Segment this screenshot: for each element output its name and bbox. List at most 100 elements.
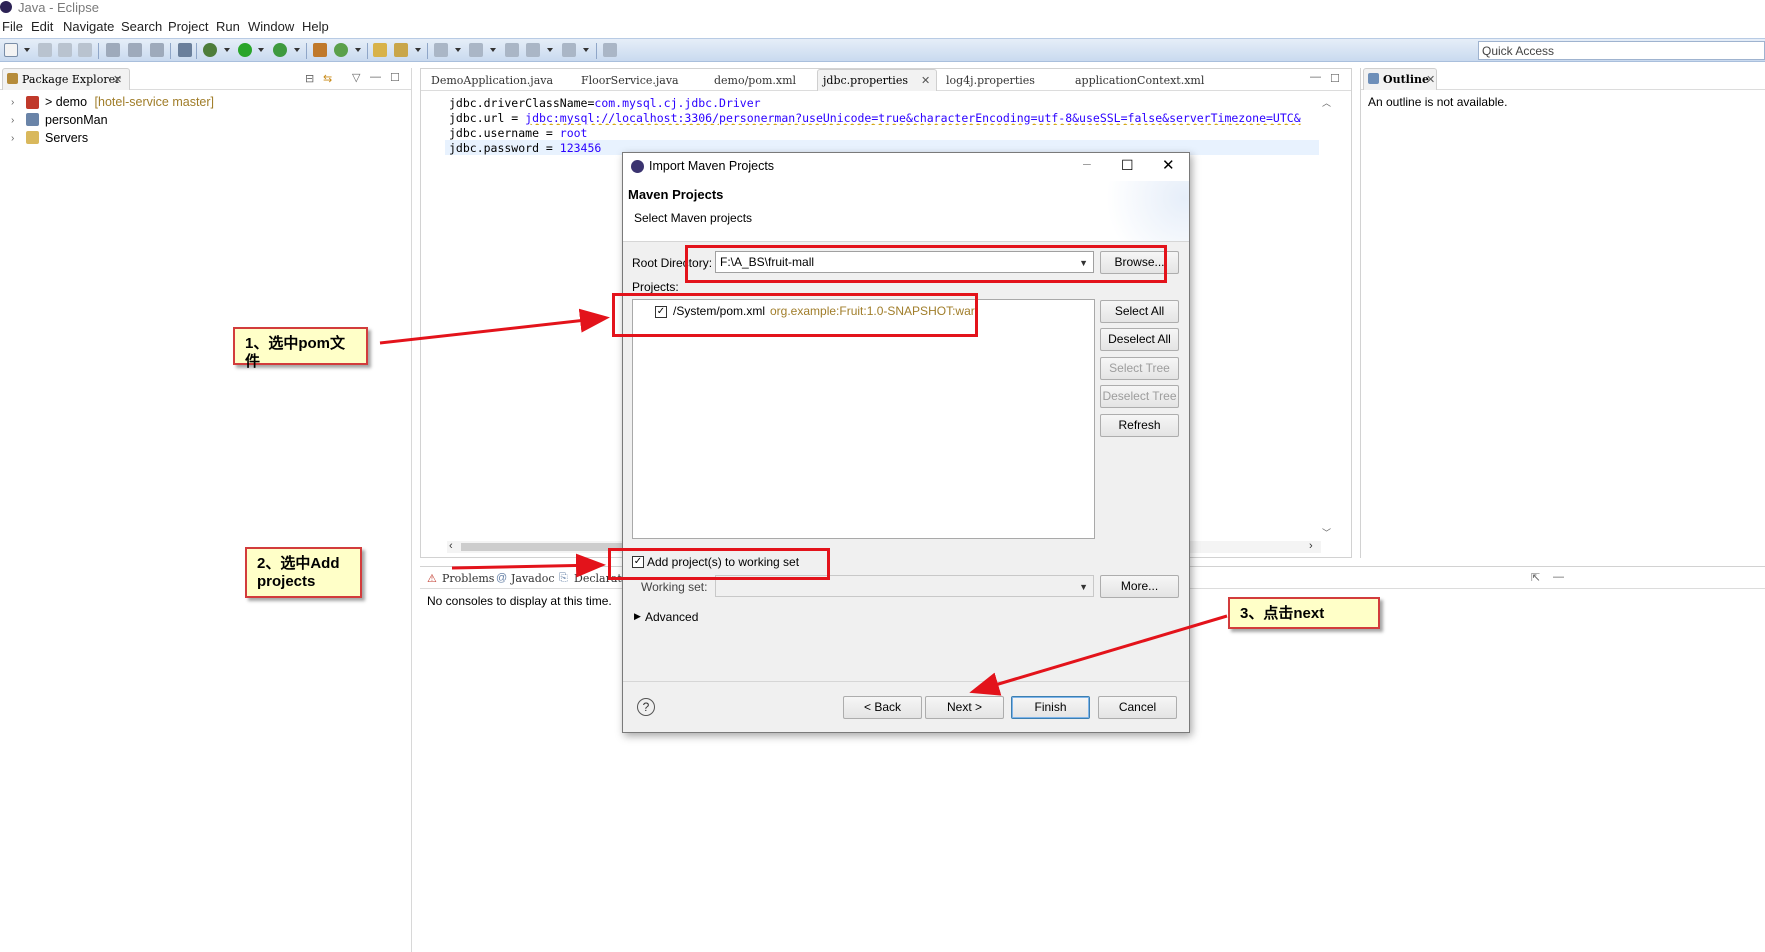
quick-access-field[interactable]: Quick Access <box>1478 41 1765 60</box>
run-dropdown-icon[interactable] <box>258 48 264 52</box>
new-dropdown-icon[interactable] <box>24 48 30 52</box>
binary-icon[interactable] <box>106 43 120 57</box>
close-icon[interactable]: ✕ <box>113 73 122 86</box>
refresh-button[interactable]: Refresh <box>1100 414 1179 437</box>
search-dropdown-icon[interactable] <box>415 48 421 52</box>
print-icon[interactable] <box>78 43 92 57</box>
next-button[interactable]: Next > <box>925 696 1004 719</box>
finish-button[interactable]: Finish <box>1011 696 1090 719</box>
coverage-icon[interactable] <box>273 43 287 57</box>
annotation-next-icon[interactable] <box>434 43 448 57</box>
menu-run[interactable]: Run <box>216 19 240 34</box>
annotation-prev-dropdown-icon[interactable] <box>490 48 496 52</box>
menu-edit[interactable]: Edit <box>31 19 53 34</box>
tab-jdbc-properties[interactable]: jdbc.properties <box>823 74 908 87</box>
scroll-right-icon[interactable]: › <box>1309 540 1313 552</box>
select-all-button[interactable]: Select All <box>1100 300 1179 323</box>
menu-help[interactable]: Help <box>302 19 329 34</box>
pin-icon[interactable] <box>603 43 617 57</box>
project-icon <box>26 96 39 109</box>
save-all-icon[interactable] <box>58 43 72 57</box>
maximize-icon[interactable]: ☐ <box>1330 72 1340 85</box>
annotation-dropdown-icon[interactable] <box>455 48 461 52</box>
cancel-button[interactable]: Cancel <box>1098 696 1177 719</box>
expand-arrow-icon[interactable]: › <box>11 133 14 144</box>
maximize-icon[interactable]: ☐ <box>1121 157 1134 174</box>
new-class-icon[interactable] <box>334 43 348 57</box>
toolbar-separator <box>98 43 99 59</box>
eclipse-icon <box>0 1 12 13</box>
tree-item-personman[interactable]: personMan <box>45 113 108 127</box>
tab-demoapplication[interactable]: DemoApplication.java <box>431 74 553 87</box>
tab-log4j-properties[interactable]: log4j.properties <box>946 74 1035 87</box>
menu-search[interactable]: Search <box>121 19 162 34</box>
tab-applicationcontext[interactable]: applicationContext.xml <box>1075 74 1204 87</box>
toggle-icon[interactable] <box>128 43 142 57</box>
save-icon[interactable] <box>38 43 52 57</box>
more-button[interactable]: More... <box>1100 575 1179 598</box>
tab-problems[interactable]: Problems <box>442 572 494 585</box>
annotation-prev-icon[interactable] <box>469 43 483 57</box>
expand-arrow-icon[interactable]: › <box>11 97 14 108</box>
expand-arrow-icon[interactable]: › <box>11 115 14 126</box>
search-icon[interactable] <box>394 43 408 57</box>
close-icon[interactable]: ✕ <box>1426 73 1435 86</box>
tab-floorservice[interactable]: FloorService.java <box>581 74 679 87</box>
new-class-dropdown-icon[interactable] <box>355 48 361 52</box>
minimize-icon[interactable]: – <box>1083 155 1091 171</box>
tab-demo-pom[interactable]: demo/pom.xml <box>714 74 796 87</box>
scroll-left-icon[interactable]: ‹ <box>449 540 453 552</box>
view-menu-icon[interactable]: ▽ <box>352 71 360 84</box>
maximize-icon[interactable]: ☐ <box>390 71 400 84</box>
select-tree-button[interactable]: Select Tree <box>1100 357 1179 380</box>
forward-icon[interactable] <box>562 43 576 57</box>
code-line[interactable]: jdbc.url = jdbc:mysql://localhost:3306/p… <box>449 111 1321 125</box>
code-line[interactable]: jdbc.password = 123456 <box>449 141 601 155</box>
menu-navigate[interactable]: Navigate <box>63 19 114 34</box>
minimize-icon[interactable]: — <box>1310 71 1321 83</box>
new-java-project-icon[interactable] <box>313 43 327 57</box>
working-set-label: Working set: <box>641 580 708 594</box>
tab-javadoc[interactable]: Javadoc <box>511 572 555 585</box>
tree-item-demo[interactable]: > demo [hotel-service master] <box>45 95 214 109</box>
close-icon[interactable]: ✕ <box>1162 156 1175 174</box>
link-editor-icon[interactable]: ⇆ <box>323 72 332 85</box>
debug-icon[interactable] <box>203 43 217 57</box>
tree-item-servers[interactable]: Servers <box>45 131 88 145</box>
debug-dropdown-icon[interactable] <box>224 48 230 52</box>
coverage-dropdown-icon[interactable] <box>294 48 300 52</box>
scroll-down-icon[interactable]: ﹀ <box>1322 526 1331 539</box>
wizard-banner-icon <box>1093 181 1189 241</box>
toolbar-separator <box>427 43 428 59</box>
code-line[interactable]: jdbc.username = root <box>449 126 587 140</box>
advanced-section[interactable]: Advanced <box>645 610 698 624</box>
menu-window[interactable]: Window <box>248 19 294 34</box>
forward-dropdown-icon[interactable] <box>583 48 589 52</box>
new-icon[interactable] <box>4 43 18 57</box>
last-edit-icon[interactable] <box>505 43 519 57</box>
run-icon[interactable] <box>238 43 252 57</box>
scroll-up-icon[interactable]: ︿ <box>1322 96 1331 109</box>
git-decoration: [hotel-service master] <box>94 95 215 109</box>
close-icon[interactable]: ✕ <box>921 74 930 87</box>
menu-project[interactable]: Project <box>168 19 208 34</box>
back-icon[interactable] <box>526 43 540 57</box>
help-icon[interactable]: ? <box>637 698 655 716</box>
console-message: No consoles to display at this time. <box>427 594 612 608</box>
code-line[interactable]: jdbc.driverClassName=com.mysql.cj.jdbc.D… <box>449 96 761 110</box>
menu-file[interactable]: File <box>2 19 23 34</box>
minimize-icon[interactable]: — <box>1553 571 1564 583</box>
mark-icon[interactable] <box>150 43 164 57</box>
skip-breakpoints-icon[interactable] <box>178 43 192 57</box>
back-button[interactable]: < Back <box>843 696 922 719</box>
highlight-project-row <box>612 293 978 337</box>
open-console-icon[interactable]: ⇱ <box>1531 571 1540 584</box>
advanced-expand-icon[interactable]: ▶ <box>634 611 641 622</box>
deselect-tree-button[interactable]: Deselect Tree <box>1100 385 1179 408</box>
back-dropdown-icon[interactable] <box>547 48 553 52</box>
deselect-all-button[interactable]: Deselect All <box>1100 328 1179 351</box>
open-type-icon[interactable] <box>373 43 387 57</box>
minimize-icon[interactable]: — <box>370 71 381 83</box>
collapse-all-icon[interactable]: ⊟ <box>305 72 314 85</box>
editor-tabbar: DemoApplication.java FloorService.java d… <box>421 69 1351 91</box>
